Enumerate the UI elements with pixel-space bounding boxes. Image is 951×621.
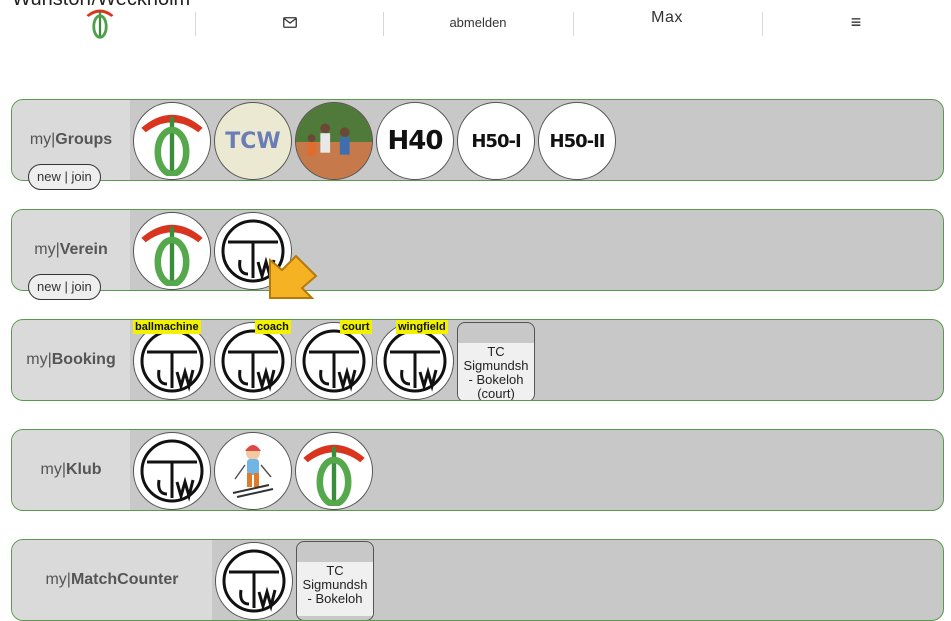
skier-icon: [232, 445, 274, 498]
section-my-verein: my| Verein: [11, 209, 944, 291]
klub-tcw[interactable]: [133, 432, 211, 510]
group-h40[interactable]: H40: [376, 102, 454, 180]
section-my-booking: my| Booking ballmachine coach court wingf…: [11, 319, 944, 401]
logout-label: abmelden: [449, 14, 507, 30]
group-tcw[interactable]: TCW: [214, 102, 292, 180]
section-label: my| Klub: [12, 430, 130, 510]
card-text: TC Sigmundsh - Bokeloh: [297, 562, 373, 616]
group-tcw-text: TCW: [225, 128, 281, 154]
tp-logo-icon: [86, 9, 114, 39]
section-my-groups: my| Groups TCW H40 H50-I H50-II: [11, 99, 944, 181]
tag-ballmachine: ballmachine: [133, 320, 201, 334]
section-my-klub: my| Klub: [11, 429, 944, 511]
klub-ski[interactable]: [214, 432, 292, 510]
card-text: TC Sigmundsh - Bokeloh (court): [458, 343, 534, 400]
mail-button[interactable]: [240, 6, 340, 38]
tp-logo-icon: [141, 114, 203, 176]
verein-new-join-button[interactable]: new | join: [28, 274, 101, 300]
group-h50-i-text: H50-I: [471, 130, 521, 152]
groups-new-join-button[interactable]: new | join: [28, 164, 101, 190]
user-name: Max: [651, 9, 683, 26]
section-label: my| Booking: [12, 320, 130, 400]
booking-court-card[interactable]: TC Sigmundsh - Bokeloh (court): [457, 322, 535, 400]
tcw-club-logo-icon: [140, 329, 204, 393]
logout-link[interactable]: abmelden: [418, 6, 538, 38]
section-my-matchcounter: my| MatchCounter TC Sigmundsh - Bokeloh: [11, 539, 944, 621]
klub-tp[interactable]: [295, 432, 373, 510]
group-tp[interactable]: [133, 102, 211, 180]
verein-tp[interactable]: [133, 212, 211, 290]
pointer-cursor-icon: [269, 254, 318, 299]
tennis-photo-icon: [296, 103, 372, 179]
group-h50-ii[interactable]: H50-II: [538, 102, 616, 180]
home-logo-button[interactable]: [60, 6, 140, 39]
group-h50-i[interactable]: H50-I: [457, 102, 535, 180]
tp-logo-icon: [303, 444, 365, 506]
user-menu-button[interactable]: Max: [607, 2, 727, 34]
hamburger-menu-button[interactable]: ≡: [816, 6, 896, 38]
group-h40-text: H40: [387, 126, 444, 156]
tp-logo-icon: [141, 224, 203, 286]
tag-wingfield: wingfield: [396, 320, 448, 334]
tcw-club-logo-icon: [221, 329, 285, 393]
tag-coach: coach: [255, 320, 291, 334]
top-navigation: abmelden Max ≡: [0, 0, 951, 44]
section-label: my| MatchCounter: [12, 540, 212, 620]
tag-court: court: [340, 320, 372, 334]
group-h50-ii-text: H50-II: [549, 130, 606, 152]
group-tennis-photo[interactable]: [295, 102, 373, 180]
hamburger-menu-icon: ≡: [850, 11, 862, 32]
mail-icon: [283, 16, 297, 28]
matchcounter-court-card[interactable]: TC Sigmundsh - Bokeloh: [296, 541, 374, 620]
matchcounter-tcw[interactable]: [215, 542, 293, 620]
tcw-club-logo-icon: [222, 549, 286, 613]
tcw-club-logo-icon: [383, 329, 447, 393]
tcw-club-logo-icon: [302, 329, 366, 393]
tcw-club-logo-icon: [140, 439, 204, 503]
